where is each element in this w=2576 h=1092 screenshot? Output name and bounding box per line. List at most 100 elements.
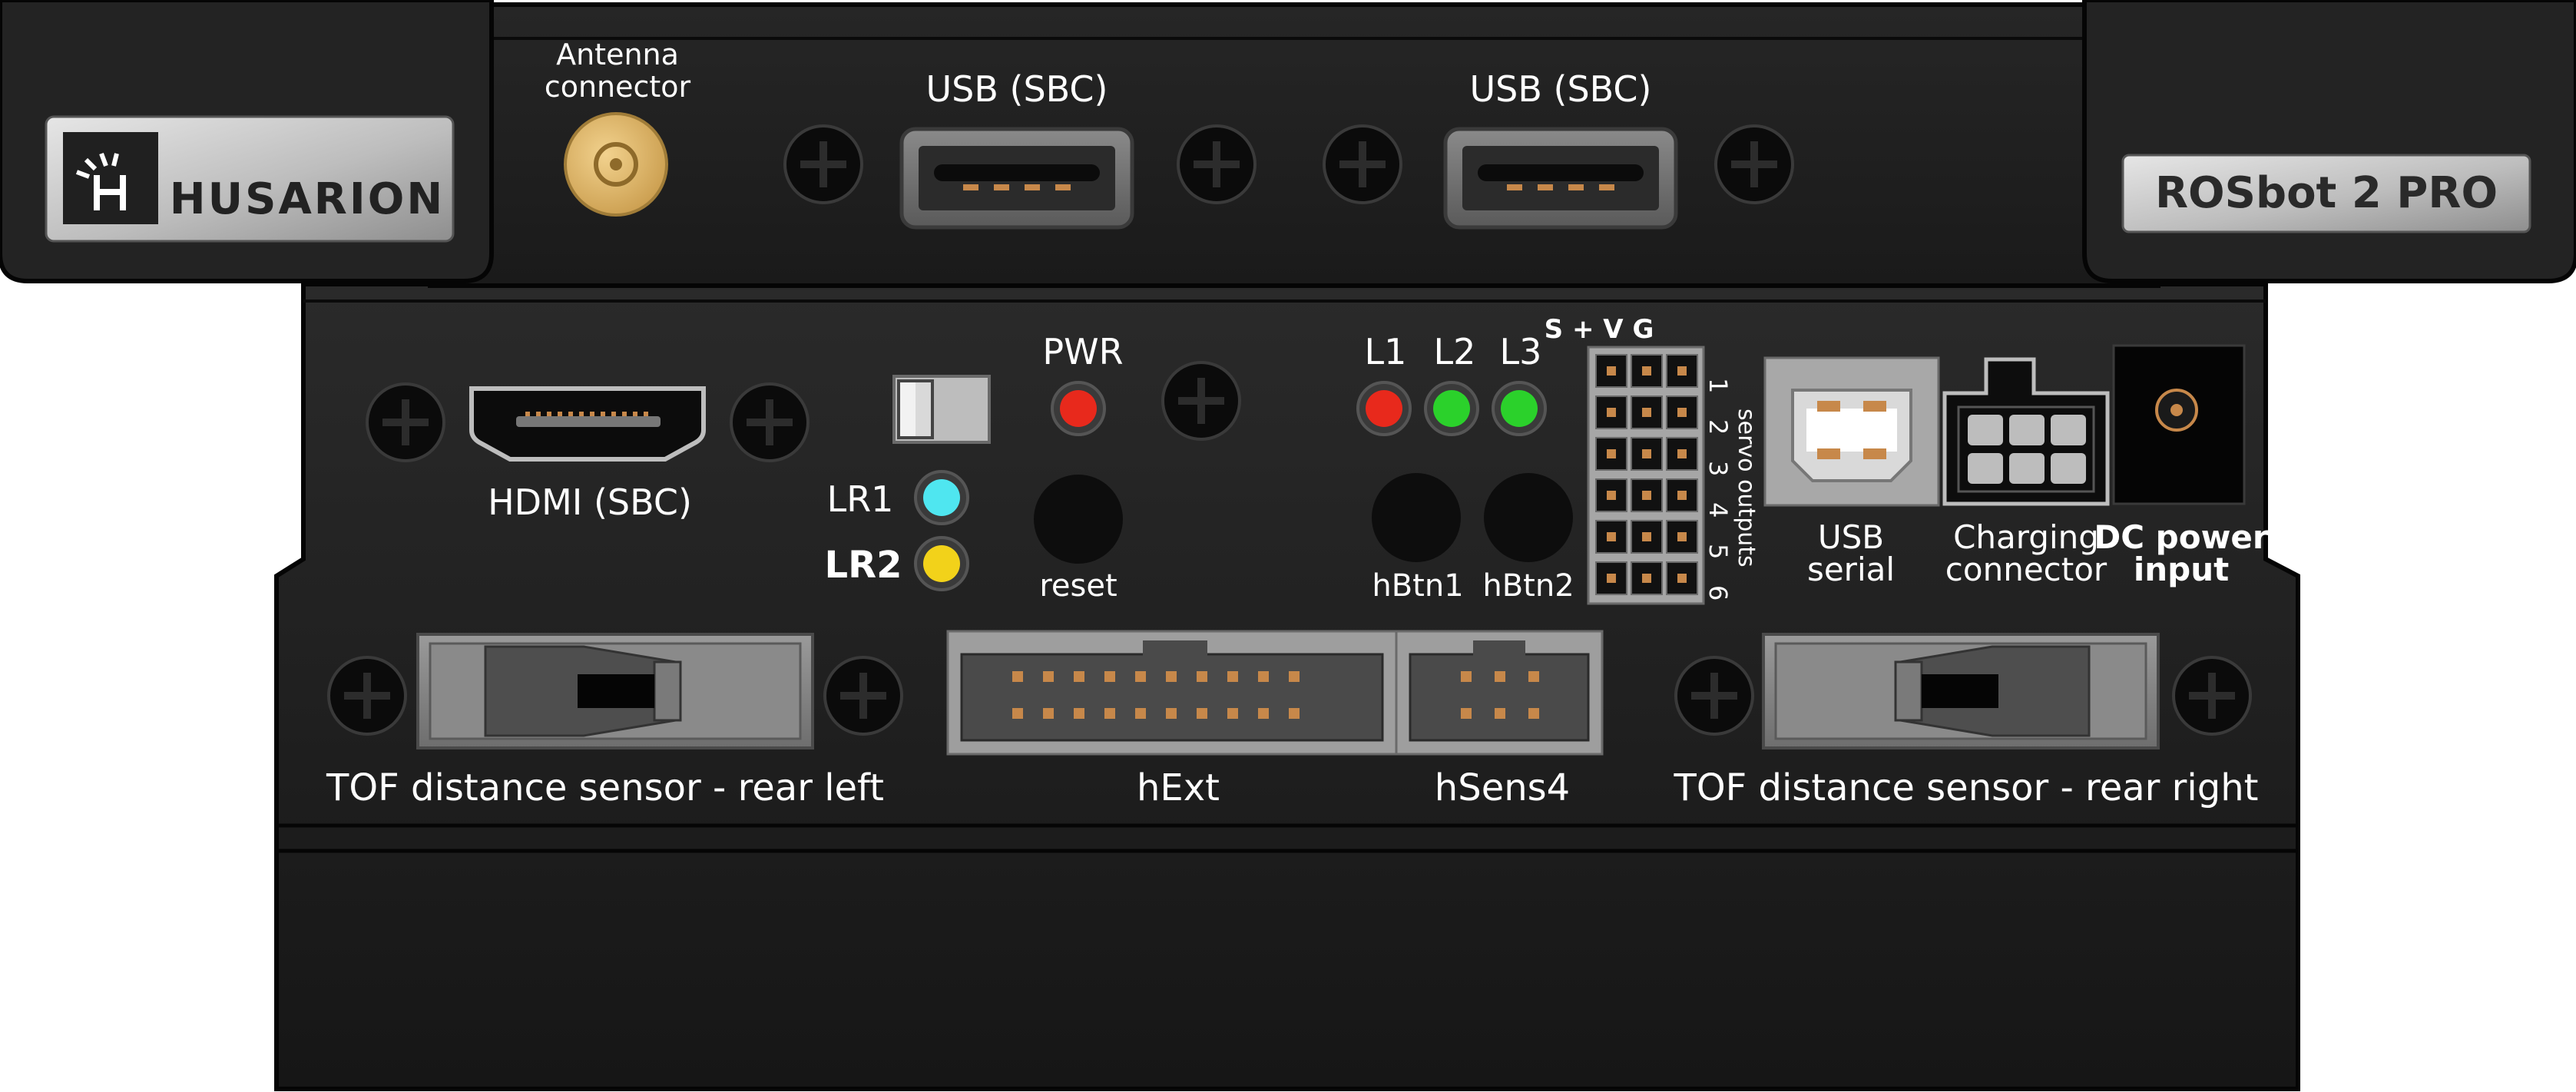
antenna-label-line2: connector bbox=[545, 70, 691, 104]
servo-pin bbox=[1631, 520, 1663, 554]
usb-serial-label-line2: serial bbox=[1807, 551, 1895, 588]
hext-pin bbox=[1258, 671, 1269, 682]
screw-icon bbox=[366, 382, 445, 462]
hsens4-pin bbox=[1495, 671, 1505, 682]
usb-b-port-icon bbox=[1763, 356, 1940, 507]
hdmi-label: HDMI (SBC) bbox=[488, 481, 692, 523]
dc-power-label-line2: input bbox=[2134, 551, 2229, 588]
hdmi-sbc-port[interactable]: HDMI (SBC) bbox=[469, 386, 706, 523]
l2-led-light bbox=[1433, 390, 1470, 427]
hsens4-pin bbox=[1461, 671, 1472, 682]
model-badge-text: ROSbot 2 PRO bbox=[2155, 168, 2498, 218]
charging-label-line2: connector bbox=[1945, 551, 2107, 588]
servo-pin bbox=[1595, 437, 1627, 471]
servo-number-label: 4 bbox=[1704, 502, 1733, 518]
hext-label: hExt bbox=[1137, 766, 1220, 809]
servo-pin bbox=[1631, 478, 1663, 512]
antenna-connector-icon bbox=[564, 112, 668, 217]
hext-pin bbox=[1166, 671, 1177, 682]
rosbot-rear-panel-diagram: HUSARION ROSbot 2 PRO Antenna connector … bbox=[0, 0, 2576, 1091]
servo-number-label: 2 bbox=[1704, 419, 1733, 435]
l2-label: L2 bbox=[1434, 331, 1476, 372]
reset-button[interactable]: reset bbox=[1034, 475, 1123, 604]
lr2-led-light bbox=[923, 545, 960, 582]
pwr-label: PWR bbox=[1042, 331, 1123, 372]
usb-sbc-port-1[interactable]: USB (SBC) bbox=[899, 68, 1134, 230]
servo-pin bbox=[1631, 561, 1663, 595]
servo-number-label: 5 bbox=[1704, 544, 1733, 559]
hext-pin bbox=[1289, 671, 1300, 682]
servo-pin bbox=[1631, 437, 1663, 471]
hext-pin bbox=[1289, 708, 1300, 719]
dc-power-input[interactable]: DC power input bbox=[2094, 344, 2269, 588]
servo-pin bbox=[1666, 561, 1698, 595]
hext-pin bbox=[1104, 708, 1115, 719]
hsens4-pin bbox=[1528, 708, 1539, 719]
servo-pin bbox=[1595, 395, 1627, 429]
hsens4-label: hSens4 bbox=[1435, 766, 1570, 809]
servo-pin bbox=[1666, 520, 1698, 554]
servo-pin bbox=[1595, 354, 1627, 388]
servo-pin bbox=[1666, 395, 1698, 429]
lr2-led: LR2 bbox=[825, 536, 969, 591]
servo-pin bbox=[1666, 354, 1698, 388]
servo-outputs-label: servo outputs bbox=[1733, 409, 1760, 568]
hext-pin bbox=[1258, 708, 1269, 719]
servo-pin bbox=[1595, 561, 1627, 595]
hext-pin bbox=[1043, 708, 1054, 719]
usb-a-port-icon bbox=[1443, 127, 1678, 230]
hext-pin bbox=[1197, 708, 1207, 719]
hsens4-pin bbox=[1461, 708, 1472, 719]
servo-number-label: 1 bbox=[1704, 378, 1733, 393]
usb-sbc-port-2[interactable]: USB (SBC) bbox=[1443, 68, 1678, 230]
hext-pin bbox=[1135, 708, 1146, 719]
lr1-led-light bbox=[923, 479, 960, 516]
servo-number-label: 6 bbox=[1704, 585, 1733, 601]
hext-pin bbox=[1135, 671, 1146, 682]
hext-pin bbox=[1227, 671, 1238, 682]
lr2-label: LR2 bbox=[825, 544, 902, 587]
hext-pin bbox=[1197, 671, 1207, 682]
hbtn2-button[interactable]: hBtn2 bbox=[1482, 473, 1574, 604]
l1-label: L1 bbox=[1365, 331, 1407, 372]
antenna-label-line1: Antenna bbox=[556, 38, 679, 71]
hbtn1-button[interactable]: hBtn1 bbox=[1372, 473, 1464, 604]
hext-pin bbox=[1227, 708, 1238, 719]
l1-led-light bbox=[1366, 390, 1402, 427]
screw-icon bbox=[2172, 656, 2252, 736]
power-switch[interactable] bbox=[892, 375, 991, 444]
hsens4-pin bbox=[1495, 708, 1505, 719]
screw-icon bbox=[1674, 656, 1754, 736]
servo-number-label: 3 bbox=[1704, 461, 1733, 476]
tof-left-label: TOF distance sensor - rear left bbox=[326, 766, 884, 809]
usb-a-port-icon bbox=[899, 127, 1134, 230]
charging-connector[interactable]: Charging connector bbox=[1942, 357, 2110, 588]
husarion-logo-text: HUSARION bbox=[170, 174, 445, 224]
screw-icon bbox=[1161, 361, 1241, 441]
hext-pin bbox=[1104, 671, 1115, 682]
screw-icon bbox=[1323, 124, 1402, 204]
hext-pin bbox=[1012, 708, 1023, 719]
model-badge: ROSbot 2 PRO bbox=[2121, 154, 2531, 233]
servo-pin bbox=[1631, 395, 1663, 429]
hdmi-port-icon bbox=[469, 386, 706, 462]
lr1-label: LR1 bbox=[827, 478, 894, 520]
hext-pin bbox=[1043, 671, 1054, 682]
screw-icon bbox=[1714, 124, 1794, 204]
hbtn2-label: hBtn2 bbox=[1482, 568, 1574, 604]
screw-icon bbox=[327, 656, 407, 736]
tof-right-label: TOF distance sensor - rear right bbox=[1674, 766, 2259, 809]
hext-pin bbox=[1012, 671, 1023, 682]
husarion-logo: HUSARION bbox=[45, 115, 455, 243]
screw-icon bbox=[823, 656, 903, 736]
l3-label: L3 bbox=[1500, 331, 1542, 372]
usb-sbc-1-label: USB (SBC) bbox=[925, 68, 1108, 110]
servo-pin bbox=[1595, 520, 1627, 554]
power-switch-icon bbox=[892, 375, 991, 444]
screw-icon bbox=[783, 124, 863, 204]
hsens4-pin bbox=[1528, 671, 1539, 682]
servo-pin bbox=[1595, 478, 1627, 512]
screw-icon bbox=[1177, 124, 1257, 204]
servo-pin bbox=[1631, 354, 1663, 388]
hbtn1-label: hBtn1 bbox=[1372, 568, 1463, 604]
